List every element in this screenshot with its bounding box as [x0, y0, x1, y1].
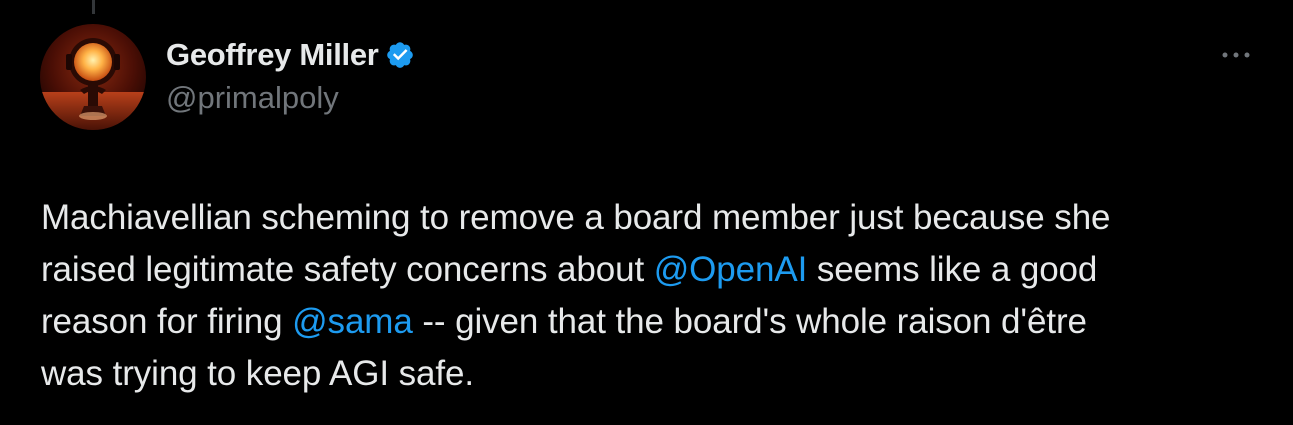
tweet-body-text: Machiavellian scheming to remove a board… — [41, 192, 1241, 400]
tweet-text-segment: raised legitimate safety concerns about — [41, 250, 654, 289]
author-name-row: Geoffrey Miller — [166, 35, 415, 75]
author-handle[interactable]: @primalpoly — [166, 80, 339, 116]
tweet-text-segment: reason for firing — [41, 302, 293, 341]
tweet-text-line: was trying to keep AGI safe. — [41, 348, 1241, 400]
tweet-text-segment: seems like a good — [807, 250, 1098, 289]
tweet-text-segment: was trying to keep AGI safe. — [41, 354, 474, 393]
author-avatar[interactable] — [40, 24, 146, 130]
more-horizontal-icon — [1222, 52, 1250, 58]
tweet-text-line: Machiavellian scheming to remove a board… — [41, 192, 1241, 244]
author-display-name[interactable]: Geoffrey Miller — [166, 37, 379, 73]
tweet-text-segment: Machiavellian scheming to remove a board… — [41, 198, 1111, 237]
more-options-button[interactable] — [1216, 40, 1256, 70]
thread-connector-line — [92, 0, 95, 14]
avatar-robot-image — [40, 24, 146, 130]
mention-link-openai[interactable]: @OpenAI — [654, 250, 808, 289]
verified-badge-icon[interactable] — [385, 40, 415, 70]
tweet-text-line: raised legitimate safety concerns about … — [41, 244, 1241, 296]
mention-link-sama[interactable]: @sama — [292, 302, 413, 341]
tweet-text-line: reason for firing @sama -- given that th… — [41, 296, 1241, 348]
tweet-text-segment: -- given that the board's whole raison d… — [412, 302, 1087, 341]
